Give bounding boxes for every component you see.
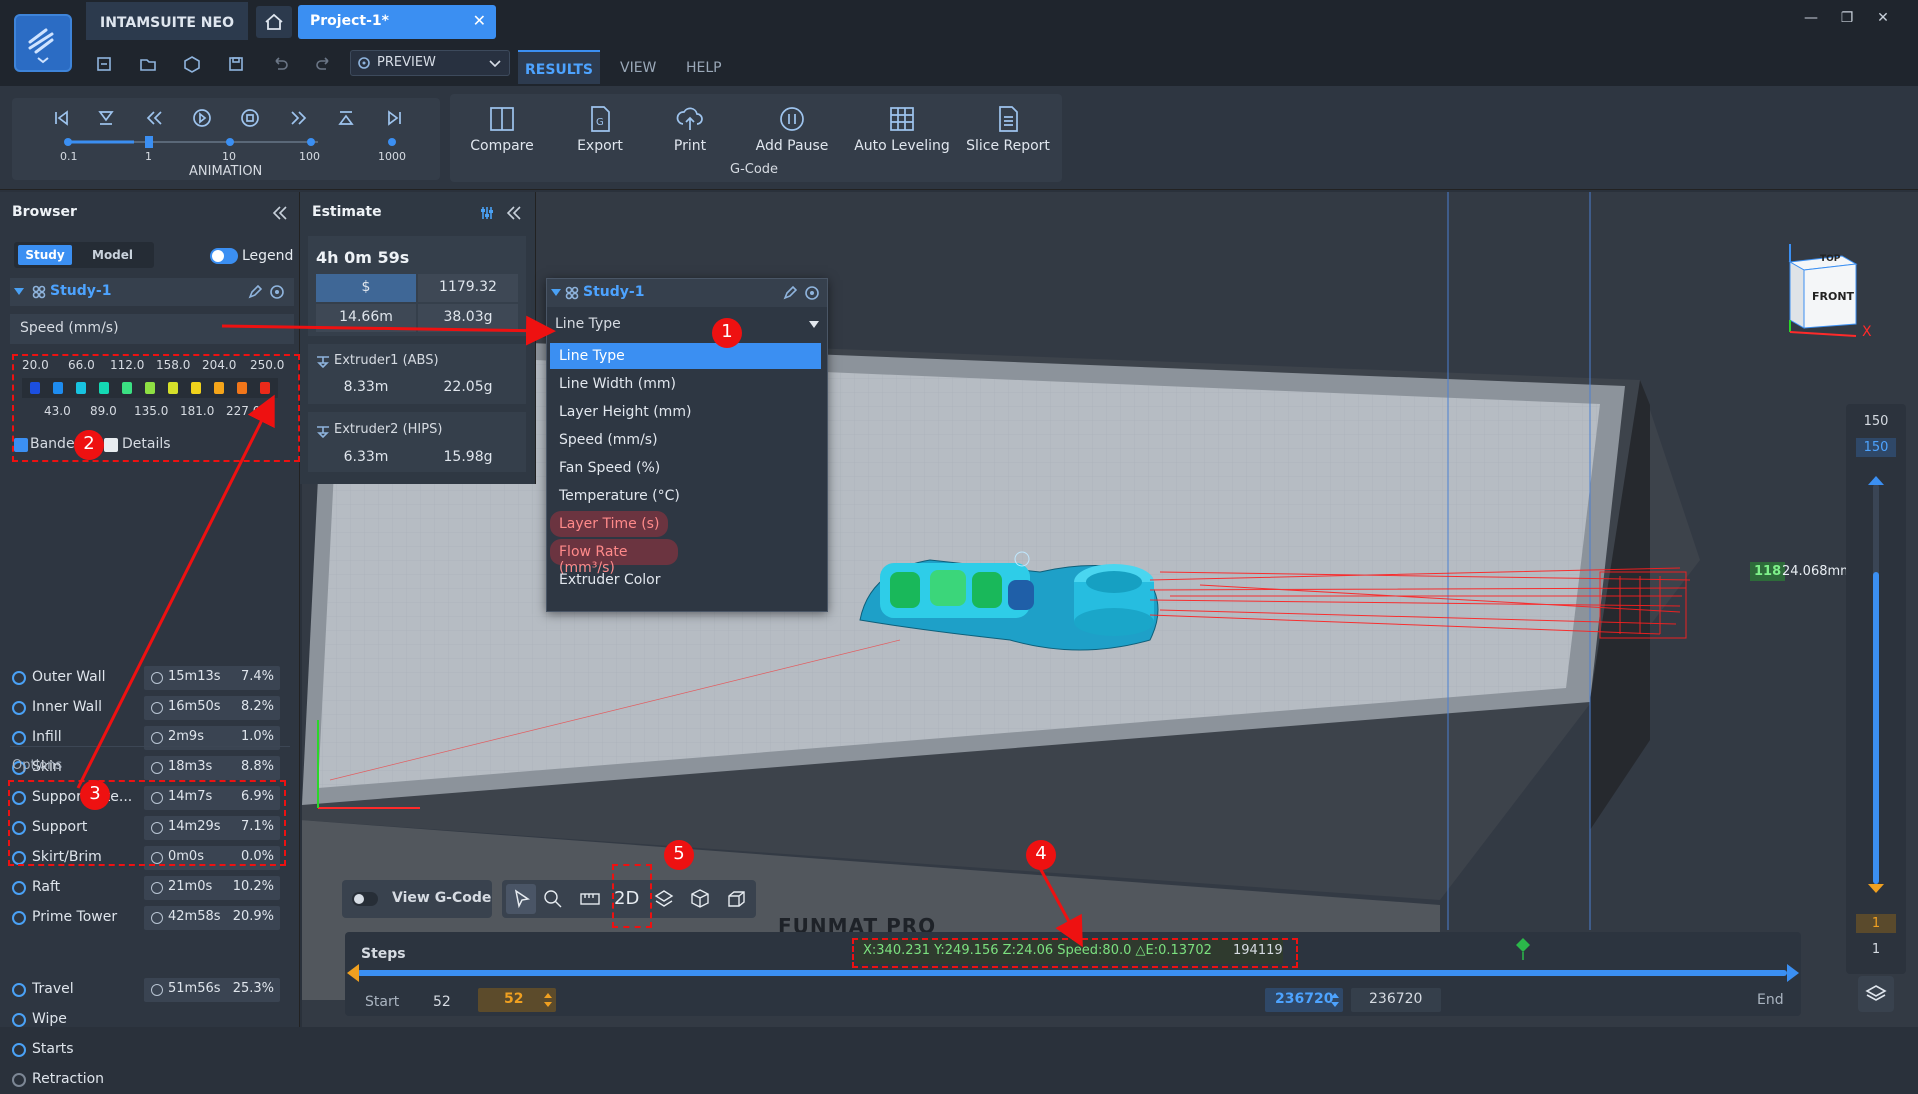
option-label: Starts (32, 1041, 74, 1057)
annotation-box-legend (12, 354, 300, 462)
annotation-marker: 4 (1026, 840, 1056, 870)
annotation-marker: 3 (80, 780, 110, 810)
annotation-box-2d (612, 864, 652, 928)
annotation-arrows (76, 315, 1083, 948)
option-row[interactable]: Retraction (10, 1068, 296, 1094)
annotation-marker: 5 (664, 840, 694, 870)
option-row[interactable]: Starts (10, 1038, 296, 1064)
eye-off-icon[interactable] (12, 1073, 26, 1087)
eye-icon[interactable] (12, 1043, 26, 1057)
annotation-box-options (8, 780, 286, 866)
annotation-marker: 2 (74, 430, 104, 460)
option-label: Retraction (32, 1071, 105, 1087)
annotation-marker: 1 (712, 318, 742, 348)
annotation-box-coords (852, 938, 1298, 968)
